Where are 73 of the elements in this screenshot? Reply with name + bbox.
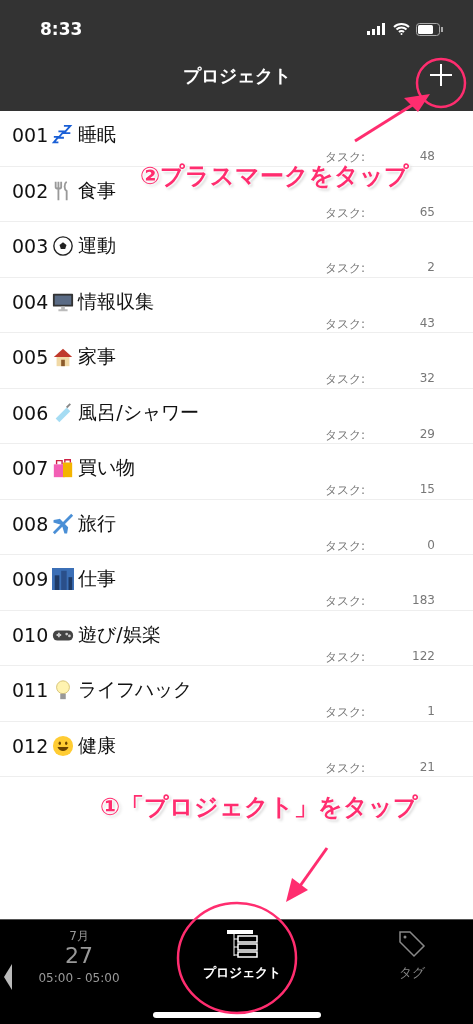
task-count: 15 — [418, 482, 435, 498]
sleep-icon — [52, 124, 75, 146]
project-name: 仕事 — [78, 566, 117, 591]
task-label: タスク: — [325, 759, 367, 777]
project-number: 009 — [12, 568, 49, 590]
project-name: 睡眠 — [78, 122, 117, 147]
task-label: タスク: — [325, 537, 367, 555]
task-label: タスク: — [325, 260, 367, 277]
smiley-icon — [52, 734, 75, 757]
nav-title: プロジェクト — [182, 63, 291, 88]
project-number: 007 — [12, 457, 49, 479]
wifi-icon — [393, 23, 410, 35]
shopping-bags-icon — [52, 457, 75, 479]
ball-icon — [52, 235, 75, 257]
projects-tab[interactable]: プロジェクト — [182, 928, 302, 984]
task-count: 183 — [411, 593, 435, 609]
time-range: 05:00 - 05:00 — [38, 971, 120, 985]
task-label: タスク: — [325, 426, 367, 444]
task-label: タスク: — [325, 482, 367, 499]
project-name: 遊び/娯楽 — [78, 621, 161, 647]
task-count: 21 — [418, 759, 435, 776]
task-count: 122 — [411, 648, 435, 665]
project-number: 003 — [12, 235, 49, 257]
project-number: 002 — [12, 179, 49, 202]
project-name: 健康 — [78, 732, 117, 758]
task-label: タスク: — [325, 704, 367, 721]
tag-icon — [398, 930, 426, 958]
add-icon[interactable] — [429, 63, 453, 87]
task-label: タスク: — [325, 204, 367, 222]
battery-icon — [416, 22, 443, 36]
task-count: 43 — [418, 315, 435, 332]
task-count: 48 — [418, 149, 435, 165]
task-label: タスク: — [325, 149, 367, 165]
status-time: 8:33 — [40, 19, 83, 39]
previous-day-icon[interactable] — [4, 964, 12, 990]
airplane-icon — [52, 512, 75, 535]
date-day: 27 — [65, 945, 93, 967]
task-label: タスク: — [325, 371, 367, 388]
project-name: 風呂/シャワー — [78, 399, 199, 425]
task-label: タスク: — [325, 315, 367, 333]
highlight-circle — [414, 56, 468, 110]
tags-tab[interactable]: タグ — [352, 928, 472, 984]
signal-icon — [367, 23, 387, 35]
project-number: 012 — [12, 734, 49, 757]
project-name: 家事 — [78, 344, 117, 369]
date-month: 7月 — [69, 928, 89, 945]
project-name: 情報収集 — [78, 288, 155, 314]
project-name: ライフハック — [78, 677, 193, 702]
project-number: 001 — [12, 124, 49, 146]
annotation-text: ①「プロジェクト」をタップ — [100, 792, 419, 823]
pointer-arrow — [284, 846, 330, 904]
project-name: 旅行 — [78, 510, 117, 536]
project-name: 買い物 — [78, 455, 136, 480]
hierarchy-icon — [226, 930, 258, 958]
city-icon — [52, 568, 75, 590]
task-count: 2 — [426, 260, 435, 276]
project-number: 006 — [12, 401, 49, 424]
project-number: 011 — [12, 679, 49, 701]
project-name: 食事 — [78, 177, 117, 203]
task-count: 29 — [418, 426, 435, 443]
task-label: タスク: — [325, 593, 367, 610]
house-icon — [52, 346, 75, 368]
project-number: 010 — [12, 623, 49, 646]
project-number: 004 — [12, 290, 49, 313]
task-count: 1 — [426, 704, 435, 720]
project-number: 008 — [12, 512, 49, 535]
task-count: 65 — [418, 204, 435, 221]
task-label: タスク: — [325, 648, 367, 666]
project-name: 運動 — [78, 233, 117, 258]
task-count: 0 — [426, 537, 435, 554]
project-number: 005 — [12, 346, 49, 368]
annotation-text: ②プラスマークをタップ — [140, 162, 410, 192]
task-count: 32 — [418, 371, 435, 387]
